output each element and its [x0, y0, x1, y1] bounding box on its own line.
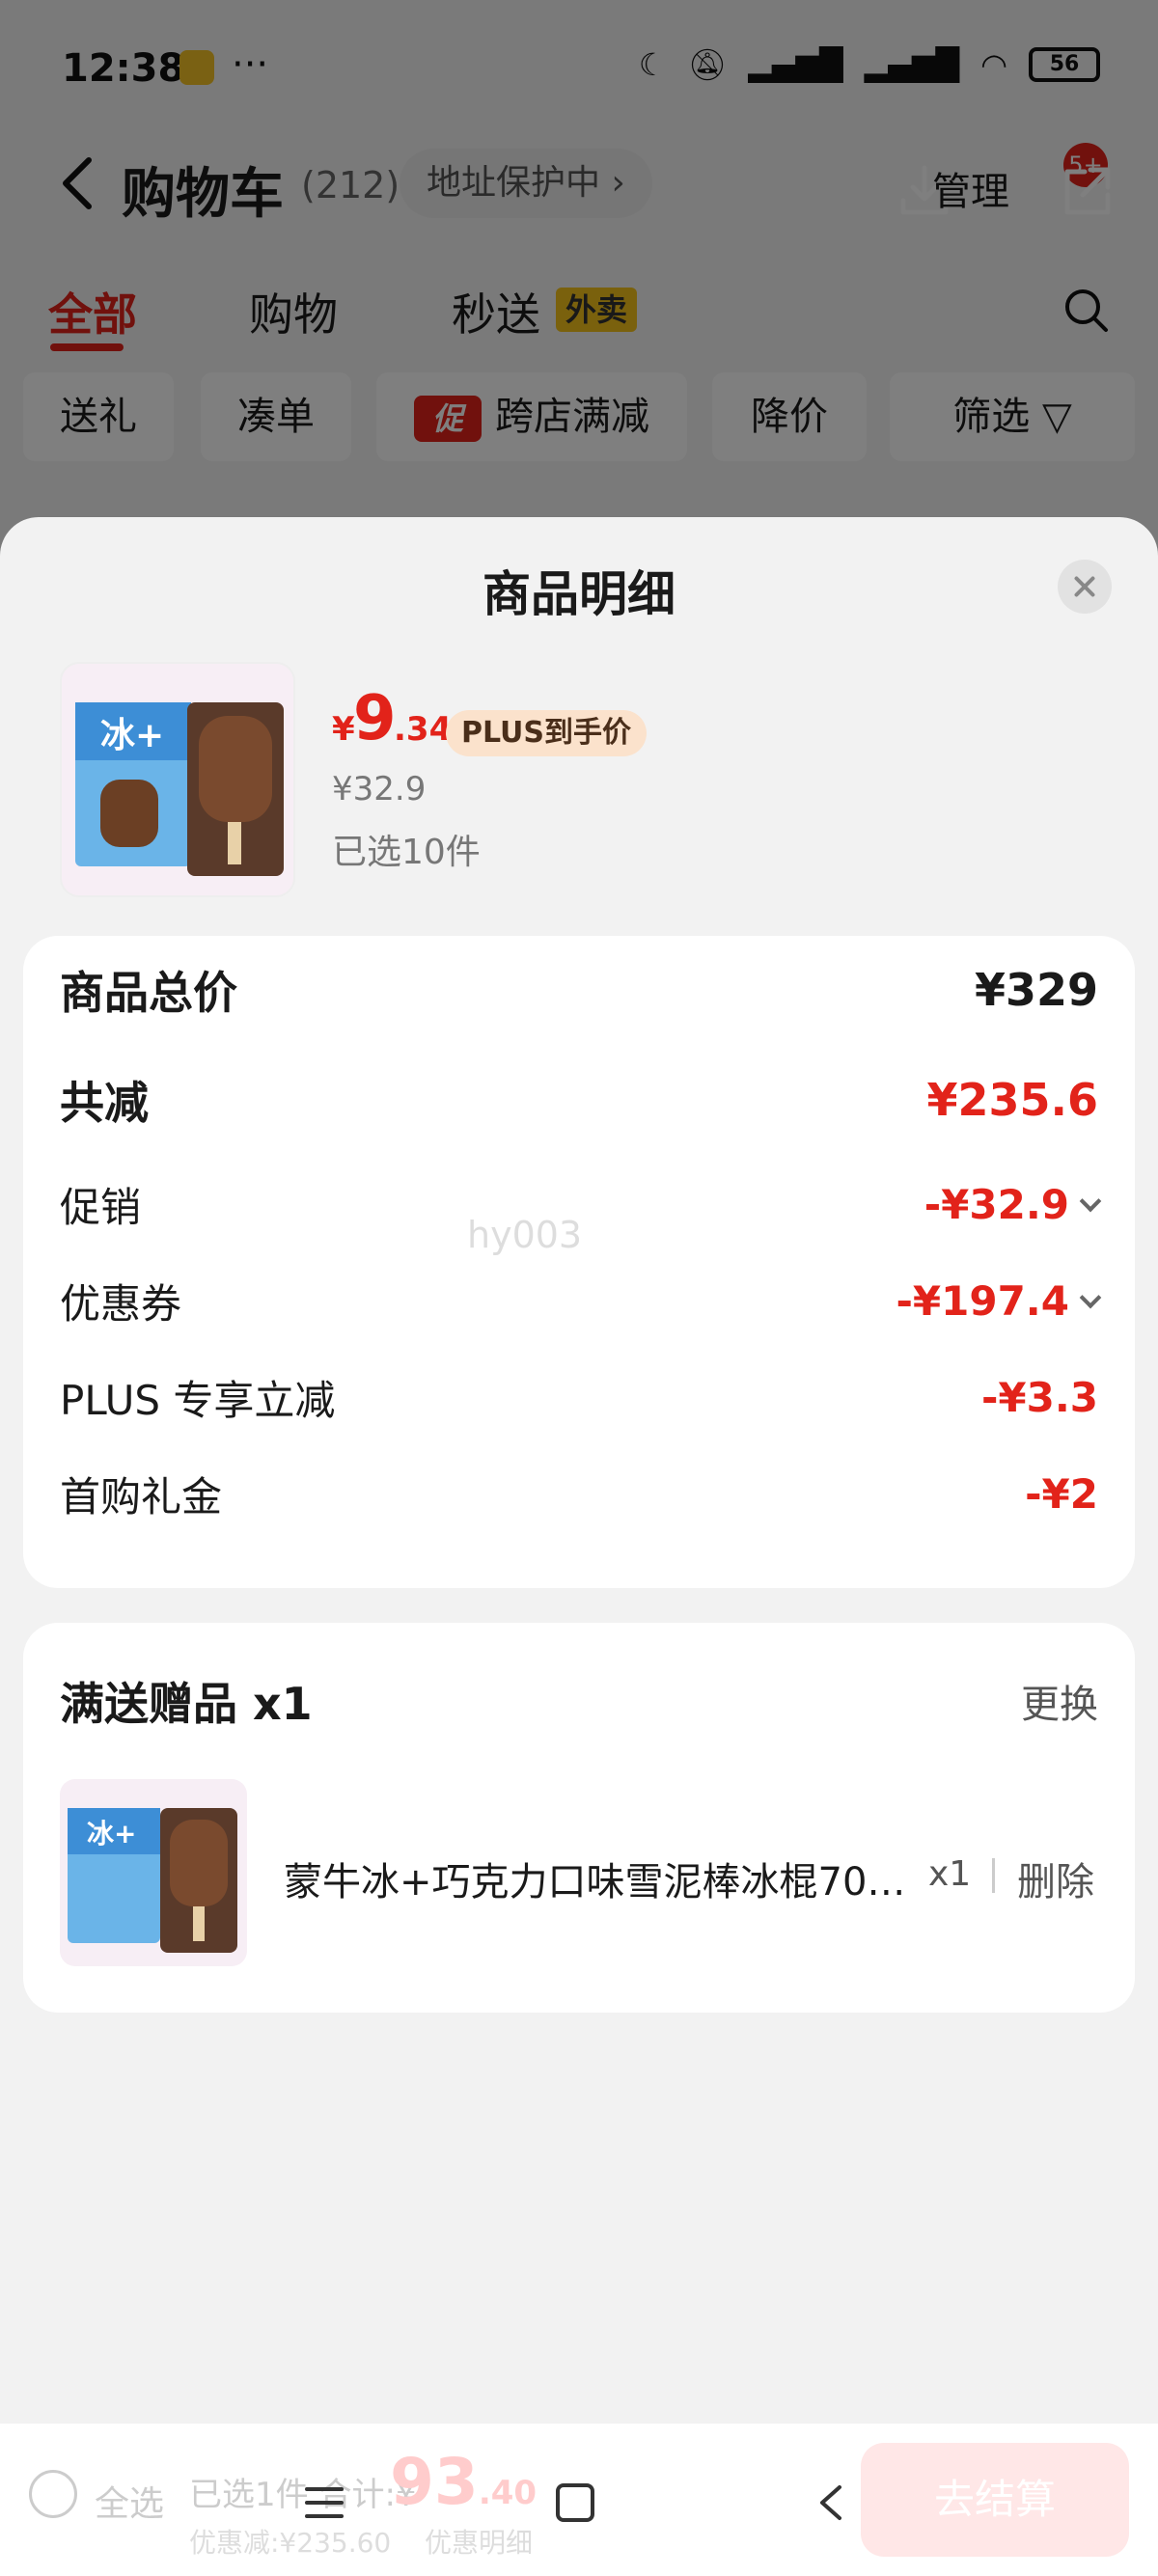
total-amount: 93.40 — [390, 2445, 537, 2519]
checkout-button[interactable]: 去结算 — [861, 2443, 1129, 2557]
price-decimal: .34 — [394, 710, 453, 749]
selected-quantity: 已选10件 — [332, 833, 481, 872]
total-price-value: ¥329 — [974, 964, 1098, 1016]
promotion-label: 促销 — [60, 1183, 142, 1231]
svg-text:冰+: 冰+ — [100, 716, 164, 755]
select-all-label: 全选 — [95, 2484, 165, 2524]
gift-name[interactable]: 蒙牛冰+巧克力口味雪泥棒冰棍70… — [284, 1850, 911, 1906]
coupon-row[interactable]: 优惠券 -¥197.4 — [60, 1272, 1102, 1329]
selected-summary: 已选1件 合计:¥ — [189, 2476, 417, 2514]
total-price-row: 商品总价 ¥329 — [60, 961, 1098, 1019]
product-image: 冰+ — [60, 662, 295, 897]
plus-price-tag: PLUS到手价 — [446, 710, 648, 756]
gift-title: 满送赠品 x1 — [60, 1678, 313, 1730]
plus-discount-row: PLUS 专享立减 -¥3.3 — [60, 1368, 1098, 1426]
watermark: hy003 — [467, 1214, 583, 1256]
select-all-checkbox[interactable] — [29, 2470, 77, 2518]
original-price: ¥32.9 — [332, 770, 427, 808]
total-price-label: 商品总价 — [60, 967, 237, 1019]
price-symbol: ¥ — [332, 710, 355, 749]
gift-quantity: x1 — [928, 1854, 972, 1894]
ice-cream-box-image: 冰+ — [75, 702, 284, 876]
gift-card: 满送赠品 x1 更换 冰+ 蒙牛冰+巧克力口味雪泥棒冰棍70… x1 删除 — [23, 1623, 1135, 2013]
promotion-value: -¥32.9 — [924, 1180, 1069, 1228]
coupon-value: -¥197.4 — [896, 1276, 1069, 1325]
total-amount-dec: .40 — [478, 2474, 538, 2512]
close-button[interactable] — [1058, 560, 1112, 614]
back-nav-icon[interactable] — [813, 2483, 851, 2522]
first-purchase-row: 首购礼金 -¥2 — [60, 1465, 1098, 1522]
first-purchase-label: 首购礼金 — [60, 1472, 223, 1521]
first-purchase-value: -¥2 — [1025, 1469, 1098, 1518]
coupon-label: 优惠券 — [60, 1279, 182, 1328]
total-amount-int: 93 — [390, 2445, 479, 2519]
home-nav-icon[interactable] — [556, 2483, 594, 2522]
plus-discount-value: -¥3.3 — [980, 1373, 1098, 1421]
discount-total-value: ¥235.6 — [926, 1074, 1098, 1126]
gift-image: 冰+ — [60, 1779, 247, 1966]
price-breakdown-card: 商品总价 ¥329 共减 ¥235.6 促销 -¥32.9 优惠券 -¥197.… — [23, 936, 1135, 1588]
discount-summary: 优惠减:¥235.60 — [189, 2527, 392, 2559]
discount-total-label: 共减 — [60, 1077, 149, 1129]
plus-discount-label: PLUS 专享立减 — [60, 1376, 336, 1424]
menu-icon[interactable] — [305, 2485, 344, 2520]
delete-gift-button[interactable]: 删除 — [1017, 1850, 1094, 1906]
swap-gift-button[interactable]: 更换 — [1021, 1673, 1098, 1729]
discount-detail-link[interactable]: 优惠明细 — [425, 2522, 533, 2561]
sheet-title: 商品明细 — [482, 566, 676, 622]
product-detail-sheet: 商品明细 冰+ ¥ 9 .34 PLUS到手价 ¥32.9 已选10件 商品总价… — [0, 517, 1158, 2576]
chevron-down-icon — [1079, 1190, 1102, 1212]
svg-text:冰+: 冰+ — [87, 1818, 136, 1850]
chevron-down-icon — [1079, 1286, 1102, 1308]
discount-total-row: 共减 ¥235.6 — [60, 1071, 1098, 1129]
gift-product-image: 冰+ — [68, 1808, 237, 1953]
divider — [992, 1858, 995, 1893]
price-integer: 9 — [353, 683, 397, 754]
